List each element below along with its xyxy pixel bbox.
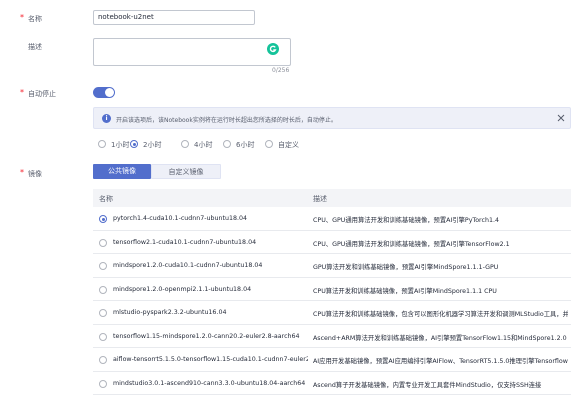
image-description: CPU算法开发和训练基础镜像，包含可以图形化机器学习算法开发和调测MLStudi… xyxy=(313,311,568,318)
image-radio[interactable] xyxy=(99,285,107,294)
image-radio[interactable] xyxy=(99,215,107,223)
image-name: tensorflow2.1-cuda10.1-cudnn7-ubuntu18.0… xyxy=(113,238,257,246)
column-name: 名称 xyxy=(99,195,113,203)
image-name: tensorflow1.15-mindspore1.2.0-cann20.2-e… xyxy=(113,332,300,340)
image-radio[interactable] xyxy=(99,262,107,270)
required-mark: * xyxy=(20,88,24,97)
image-table-row[interactable]: pytorch1.4-cuda10.1-cudnn7-ubuntu18.04 CP… xyxy=(93,207,571,231)
image-radio[interactable] xyxy=(99,332,107,341)
image-radio[interactable] xyxy=(99,309,107,317)
image-name: mindspore1.2.0-openmpi2.1.1-ubuntu18.04 xyxy=(113,285,252,293)
tab-custom-image[interactable]: 自定义镜像 xyxy=(151,164,221,179)
info-icon: i xyxy=(102,114,111,123)
image-label: 镜像 xyxy=(28,170,42,178)
description-counter: 0/256 xyxy=(272,67,290,74)
image-description: CPU、GPU通用算法开发和训练基础镜像，预置AI引擎PyTorch1.4 xyxy=(313,217,499,224)
auto-stop-label: 自动停止 xyxy=(28,90,56,98)
image-table-row[interactable]: mindstudio3.0.1-ascend910-cann3.3.0-ubun… xyxy=(93,372,571,395)
image-description: Ascend算子开发基础镜像，内置专业开发工具套件MindStudio，仅支持S… xyxy=(313,381,542,389)
name-label: 名称 xyxy=(28,15,42,23)
image-table-row[interactable]: mlstudio-pyspark2.3.2-ubuntu16.04 CPU算法开发… xyxy=(93,301,571,325)
notice-text: 开启该选项后，该Notebook实例将在运行时长超出您所选择的时长后，自动停止。 xyxy=(116,117,337,124)
auto-stop-notice: i 开启该选项后，该Notebook实例将在运行时长超出您所选择的时长后，自动停… xyxy=(93,107,571,129)
image-description: CPU、GPU通用算法开发和训练基础镜像，预置AI引擎TensorFlow2.1 xyxy=(313,240,510,248)
name-input[interactable]: notebook-u2net xyxy=(93,10,255,25)
auto-stop-toggle[interactable] xyxy=(93,87,115,98)
image-radio[interactable] xyxy=(99,238,107,247)
description-label: 描述 xyxy=(28,43,42,51)
tab-public-image[interactable]: 公共镜像 xyxy=(93,164,151,179)
grammarly-icon[interactable] xyxy=(267,43,279,55)
required-mark: * xyxy=(20,13,24,22)
image-table-row[interactable]: tensorflow1.15-mindspore1.2.0-cann20.2-e… xyxy=(93,325,571,348)
image-table-row[interactable]: mindspore1.2.0-cuda10.1-cudnn7-ubuntu18.… xyxy=(93,254,571,278)
description-textarea[interactable] xyxy=(93,38,291,66)
image-name: aiflow-tensorrt5.1.5.0-tensorflow1.15-cu… xyxy=(113,356,308,363)
image-name: mindstudio3.0.1-ascend910-cann3.3.0-ubun… xyxy=(113,379,306,387)
image-table-row[interactable]: mindspore1.2.0-openmpi2.1.1-ubuntu18.04 C… xyxy=(93,278,571,301)
required-mark: * xyxy=(20,168,24,177)
image-table-row[interactable]: tensorflow2.1-cuda10.1-cudnn7-ubuntu18.0… xyxy=(93,231,571,254)
image-description: CPU算法开发和训练基础镜像，预置AI引擎MindSpore1.1.1 CPU xyxy=(313,287,497,295)
column-description: 描述 xyxy=(313,195,327,203)
close-icon[interactable] xyxy=(556,113,566,123)
image-description: Ascend+ARM算法开发和训练基础镜像，AI引擎预置TensorFlow1.… xyxy=(313,334,567,342)
image-description: AI应用开发基础镜像，预置AI应用编排引擎AIFlow、TensorRT5.1.… xyxy=(313,358,568,365)
image-radio[interactable] xyxy=(99,356,107,364)
image-name: pytorch1.4-cuda10.1-cudnn7-ubuntu18.04 xyxy=(113,215,248,222)
image-name: mlstudio-pyspark2.3.2-ubuntu16.04 xyxy=(113,309,227,316)
image-table-row[interactable]: aiflow-tensorrt5.1.5.0-tensorflow1.15-cu… xyxy=(93,348,571,372)
image-description: GPU算法开发和训练基础镜像，预置AI引擎MindSpore1.1.1-GPU xyxy=(313,264,499,271)
image-name: mindspore1.2.0-cuda10.1-cudnn7-ubuntu18.… xyxy=(113,262,263,269)
image-table-header: 名称 描述 xyxy=(93,189,571,207)
image-radio[interactable] xyxy=(99,379,107,388)
